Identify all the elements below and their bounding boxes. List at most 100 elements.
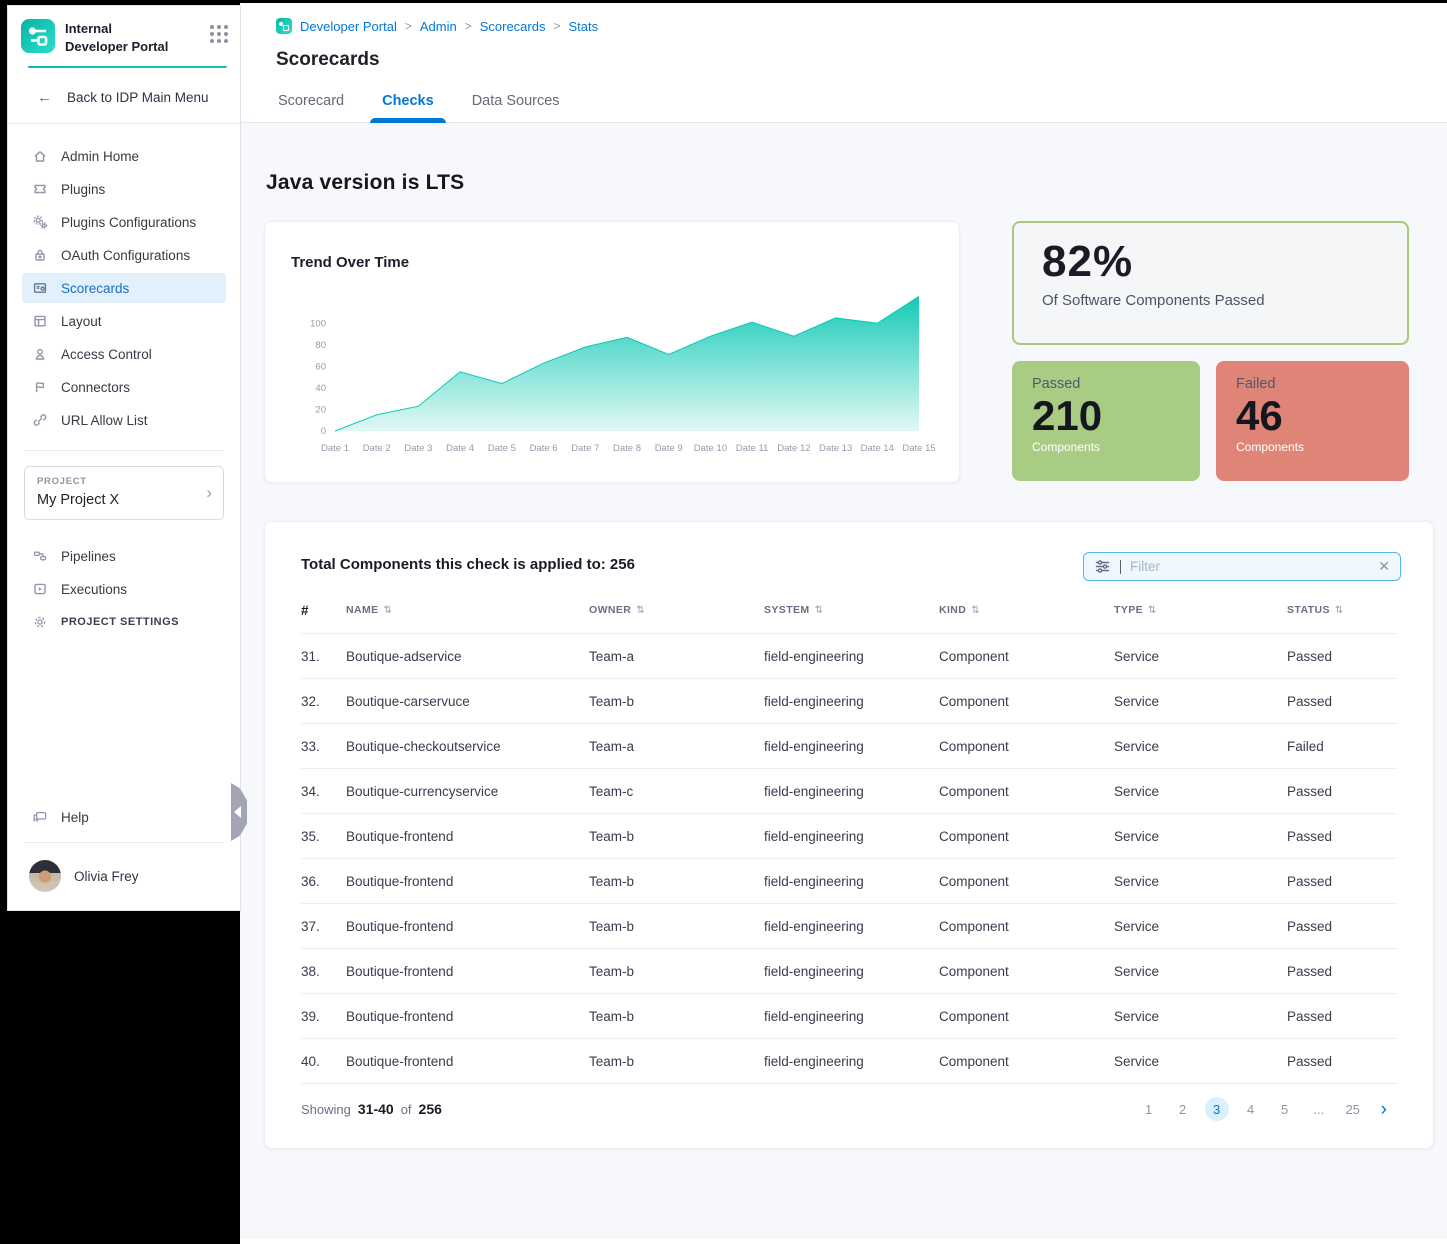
table-header-row: # NAME⇅ OWNER⇅ SYSTEM⇅ KIND⇅ TYPE⇅ STATU… (301, 587, 1397, 633)
sort-icon[interactable]: ⇅ (1148, 605, 1157, 616)
tab-data-sources[interactable]: Data Sources (472, 93, 560, 122)
sidebar-item-admin-home[interactable]: Admin Home (22, 141, 226, 171)
column-header-type[interactable]: TYPE⇅ (1114, 604, 1287, 616)
sidebar-item-plugins-configurations[interactable]: Plugins Configurations (22, 207, 226, 237)
table-row[interactable]: 35.Boutique-frontendTeam-bfield-engineer… (301, 813, 1397, 858)
table-row[interactable]: 36.Boutique-frontendTeam-bfield-engineer… (301, 858, 1397, 903)
sidebar-item-help[interactable]: Help (22, 802, 226, 832)
column-header-system[interactable]: SYSTEM⇅ (764, 604, 939, 616)
sidebar-item-executions[interactable]: Executions (22, 574, 226, 604)
passed-label: Passed (1032, 376, 1180, 392)
status-value: Failed (1287, 739, 1397, 754)
svg-text:Date 10: Date 10 (694, 443, 727, 454)
showing-label: Showing (301, 1102, 351, 1117)
sort-icon[interactable]: ⇅ (1335, 605, 1344, 616)
sidebar-app-title: Internal Developer Portal (65, 19, 200, 55)
table-row[interactable]: 37.Boutique-frontendTeam-bfield-engineer… (301, 903, 1397, 948)
sidebar-item-oauth-configurations[interactable]: OAuth Configurations (22, 240, 226, 270)
clear-filter-button[interactable]: ✕ (1378, 558, 1390, 575)
sort-icon[interactable]: ⇅ (384, 605, 393, 616)
total-count: 256 (419, 1101, 442, 1117)
table-row[interactable]: 34.Boutique-currencyserviceTeam-cfield-e… (301, 768, 1397, 813)
sort-icon[interactable]: ⇅ (971, 605, 980, 616)
sort-icon[interactable]: ⇅ (636, 605, 645, 616)
svg-text:Date 11: Date 11 (736, 443, 769, 454)
page-header: Developer Portal > Admin > Scorecards > … (240, 0, 1447, 123)
user-profile[interactable]: Olivia Frey (8, 847, 240, 910)
page-number[interactable]: 5 (1273, 1097, 1297, 1121)
status-value: Passed (1287, 964, 1397, 979)
app-switcher-icon[interactable] (210, 25, 228, 43)
breadcrumb-admin[interactable]: Admin (420, 19, 457, 34)
table-row[interactable]: 32.Boutique-carservuceTeam-bfield-engine… (301, 678, 1397, 723)
table-row[interactable]: 38.Boutique-frontendTeam-bfield-engineer… (301, 948, 1397, 993)
tab-scorecard[interactable]: Scorecard (278, 93, 344, 122)
table-row[interactable]: 31.Boutique-adserviceTeam-afield-enginee… (301, 633, 1397, 678)
developer-portal-logo-icon (276, 18, 292, 34)
breadcrumb-developer-portal[interactable]: Developer Portal (300, 19, 397, 34)
svg-text:Date 12: Date 12 (777, 443, 810, 454)
failed-value: 46 (1236, 394, 1389, 438)
table-row[interactable]: 39.Boutique-frontendTeam-bfield-engineer… (301, 993, 1397, 1038)
breadcrumb-scorecards[interactable]: Scorecards (480, 19, 546, 34)
link-icon (32, 412, 48, 428)
breadcrumb-separator: > (405, 19, 412, 33)
svg-text:Date 8: Date 8 (613, 443, 641, 454)
filter-tune-icon (1094, 558, 1111, 575)
app-screen: Developer Portal > Admin > Scorecards > … (0, 0, 1447, 1244)
svg-text:100: 100 (310, 318, 326, 329)
column-header-status[interactable]: STATUS⇅ (1287, 604, 1397, 616)
sidebar-item-access-control[interactable]: Access Control (22, 339, 226, 369)
svg-text:Date 2: Date 2 (363, 443, 391, 454)
svg-text:Date 4: Date 4 (446, 443, 474, 454)
tab-checks[interactable]: Checks (382, 93, 434, 122)
pipelines-icon (32, 548, 48, 564)
lock-icon (32, 247, 48, 263)
failed-label: Failed (1236, 376, 1389, 392)
sidebar-item-url-allow-list[interactable]: URL Allow List (22, 405, 226, 435)
column-header-kind[interactable]: KIND⇅ (939, 604, 1114, 616)
svg-text:Date 5: Date 5 (488, 443, 516, 454)
page-number[interactable]: 25 (1341, 1097, 1365, 1121)
page-number[interactable]: 1 (1137, 1097, 1161, 1121)
svg-text:60: 60 (315, 361, 326, 372)
column-header-owner[interactable]: OWNER⇅ (589, 604, 764, 616)
project-nav: Pipelines Executions PROJECT SETTINGS (8, 530, 240, 640)
filter-input[interactable]: Filter ✕ (1083, 552, 1401, 581)
check-title: Java version is LTS (266, 171, 1434, 195)
sidebar-divider (24, 450, 224, 451)
page-number[interactable]: 2 (1171, 1097, 1195, 1121)
page-number[interactable]: 4 (1239, 1097, 1263, 1121)
failed-card: Failed 46 Components (1216, 361, 1409, 481)
svg-text:0: 0 (321, 426, 326, 437)
svg-text:Date 14: Date 14 (861, 443, 894, 454)
next-page-button[interactable]: › (1381, 1100, 1387, 1119)
svg-text:Date 7: Date 7 (571, 443, 599, 454)
stats-row: Trend Over Time 020406080100Date 1Date 2… (264, 221, 1434, 483)
main-area: Developer Portal > Admin > Scorecards > … (240, 0, 1447, 1244)
sort-icon[interactable]: ⇅ (815, 605, 824, 616)
sidebar-item-scorecards[interactable]: Scorecards (22, 273, 226, 303)
person-icon (32, 346, 48, 362)
column-header-name[interactable]: NAME⇅ (346, 604, 589, 616)
sidebar-item-project-settings[interactable]: PROJECT SETTINGS (22, 607, 226, 637)
passed-value: 210 (1032, 394, 1180, 438)
breadcrumb-stats[interactable]: Stats (568, 19, 598, 34)
scorecard-icon (32, 280, 48, 296)
sidebar-item-connectors[interactable]: Connectors (22, 372, 226, 402)
page-number[interactable]: 3 (1205, 1097, 1229, 1121)
back-to-main-menu[interactable]: ← Back to IDP Main Menu (8, 68, 240, 124)
table-row[interactable]: 33.Boutique-checkoutserviceTeam-afield-e… (301, 723, 1397, 768)
project-selector[interactable]: PROJECT My Project X › (24, 466, 224, 520)
svg-text:Date 1: Date 1 (321, 443, 349, 454)
sidebar-item-layout[interactable]: Layout (22, 306, 226, 336)
status-value: Passed (1287, 919, 1397, 934)
trend-chart: 020406080100Date 1Date 2Date 3Date 4Date… (291, 281, 935, 473)
svg-text:40: 40 (315, 383, 326, 394)
gears-icon (32, 214, 48, 230)
svg-text:80: 80 (315, 340, 326, 351)
sidebar-item-pipelines[interactable]: Pipelines (22, 541, 226, 571)
sidebar-item-plugins[interactable]: Plugins (22, 174, 226, 204)
table-row[interactable]: 40.Boutique-frontendTeam-bfield-engineer… (301, 1038, 1397, 1083)
window-top-border (0, 0, 1447, 3)
